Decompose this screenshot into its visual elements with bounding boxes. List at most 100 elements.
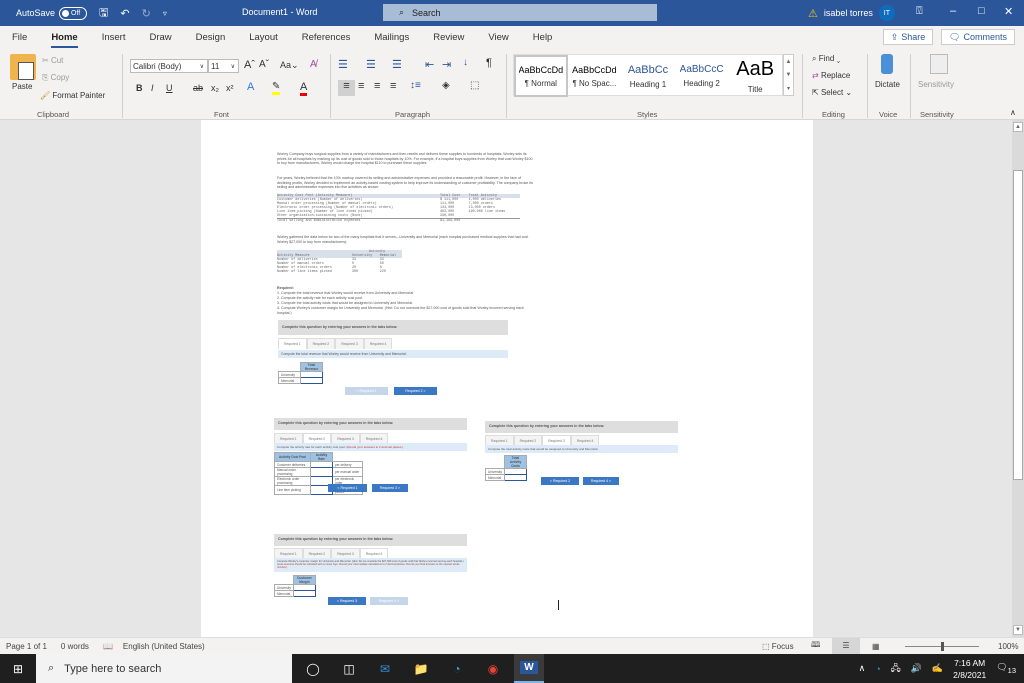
chevron-down-icon[interactable]: ▼ xyxy=(786,72,792,78)
windows-start-button[interactable]: ⊞ xyxy=(0,654,36,683)
web-layout-icon[interactable]: ▦ xyxy=(872,642,880,651)
autosave-toggle[interactable]: Off xyxy=(59,6,88,20)
sort-icon[interactable]: ↓ xyxy=(463,57,468,68)
panel-4-next-button[interactable]: Required 4 > xyxy=(370,597,408,605)
strikethrough-button[interactable]: ab xyxy=(193,83,203,93)
autosave-control[interactable]: AutoSave Off xyxy=(16,6,88,20)
tab-required-2[interactable]: Required 2 xyxy=(306,338,336,349)
scroll-down-button[interactable]: ▼ xyxy=(1013,625,1023,635)
dictate-button[interactable]: Dictate xyxy=(875,80,900,89)
superscript-button[interactable]: x² xyxy=(226,83,234,93)
mail-icon[interactable]: ✉ xyxy=(370,654,400,683)
subscript-button[interactable]: x₂ xyxy=(211,83,219,93)
microphone-icon[interactable] xyxy=(881,54,893,74)
zoom-slider[interactable] xyxy=(905,642,979,651)
margin-memorial-input[interactable] xyxy=(293,590,316,597)
align-center-icon[interactable]: ≡ xyxy=(358,80,364,92)
tab-design[interactable]: Design xyxy=(184,32,238,43)
tab-help[interactable]: Help xyxy=(521,32,565,43)
tab-mailings[interactable]: Mailings xyxy=(362,32,421,43)
shrink-font-icon[interactable]: Aˇ xyxy=(259,59,269,70)
tab-required-1[interactable]: Required 1 xyxy=(278,338,307,349)
bold-button[interactable]: B xyxy=(136,83,143,93)
highlight-color-icon[interactable]: ✎ xyxy=(272,81,281,95)
underline-button[interactable]: U xyxy=(166,83,173,93)
find-button[interactable]: ⌕ Find ⌄ xyxy=(812,54,840,64)
grow-font-icon[interactable]: Aˆ xyxy=(244,59,255,71)
show-hidden-icons[interactable]: ∧ xyxy=(859,663,866,674)
word-count[interactable]: 0 words xyxy=(61,642,89,651)
tab-review[interactable]: Review xyxy=(421,32,476,43)
decrease-indent-icon[interactable]: ⇤ xyxy=(425,58,434,71)
tab-view[interactable]: View xyxy=(476,32,520,43)
more-styles-icon[interactable]: ▾ xyxy=(787,85,790,92)
bullets-icon[interactable]: ☰ xyxy=(338,58,348,71)
tab-insert[interactable]: Insert xyxy=(90,32,138,43)
task-view-icon[interactable]: ◫ xyxy=(334,654,364,683)
save-icon[interactable]: 🖫 xyxy=(99,4,108,23)
maximize-button[interactable]: □ xyxy=(978,5,985,17)
ribbon-display-options-icon[interactable]: ⍔ xyxy=(916,5,923,18)
style-heading-1[interactable]: AaBbCc Heading 1 xyxy=(621,55,675,97)
proofing-icon[interactable]: 📖 xyxy=(103,642,113,651)
borders-icon[interactable]: ⬚ xyxy=(470,80,479,91)
comments-button[interactable]: 🗨 Comments xyxy=(941,29,1015,45)
zoom-slider-thumb[interactable] xyxy=(941,642,944,651)
word-taskbar-icon[interactable]: W xyxy=(514,654,544,683)
search-input[interactable]: ⌕ Search xyxy=(383,4,657,21)
panel-3-next-button[interactable]: Required 4 > xyxy=(583,477,619,485)
font-size-select[interactable]: 11 ∨ xyxy=(208,59,239,73)
customize-toolbar-icon[interactable]: ▿ xyxy=(163,9,167,18)
styles-gallery-scroll[interactable]: ▲ ▼ ▾ xyxy=(783,54,794,96)
align-right-icon[interactable]: ≡ xyxy=(374,80,380,92)
copy-button[interactable]: ⎘ Copy xyxy=(42,73,69,83)
file-explorer-icon[interactable]: 📁 xyxy=(406,654,436,683)
redo-icon[interactable]: ↻ xyxy=(142,7,151,20)
taskbar-search-input[interactable]: ⌕ Type here to search xyxy=(36,654,292,683)
tab-home[interactable]: Home xyxy=(39,32,89,48)
tab-required-4[interactable]: Required 4 xyxy=(363,338,393,349)
collapse-ribbon-icon[interactable]: ∧ xyxy=(1010,108,1016,117)
print-layout-icon[interactable]: ☰ xyxy=(832,638,860,654)
font-family-select[interactable]: Calibri (Body) ∨ xyxy=(130,59,208,73)
scroll-up-button[interactable]: ▲ xyxy=(1013,122,1023,132)
avatar[interactable]: IT xyxy=(878,5,895,21)
style-title[interactable]: AaB Title xyxy=(728,55,782,97)
minimize-button[interactable]: – xyxy=(950,5,956,17)
panel-2-next-button[interactable]: Required 3 > xyxy=(372,484,408,492)
notifications-icon[interactable]: 🗨13 xyxy=(996,662,1016,675)
select-button[interactable]: ⇱ Select ⌄ xyxy=(812,88,852,97)
shading-icon[interactable]: ◈ xyxy=(442,80,450,91)
numbering-icon[interactable]: ☰ xyxy=(366,58,376,71)
cortana-icon[interactable]: ◯ xyxy=(298,654,328,683)
volume-icon[interactable]: 🔊 xyxy=(911,663,922,674)
scroll-thumb[interactable] xyxy=(1013,170,1023,480)
justify-icon[interactable]: ≡ xyxy=(390,80,396,92)
align-left-icon[interactable]: ≡ xyxy=(338,80,355,96)
paste-button[interactable]: Paste xyxy=(12,82,32,91)
clock[interactable]: 7:16 AM 2/8/2021 xyxy=(953,657,986,681)
edge-tray-icon[interactable]: ◔ xyxy=(875,664,880,674)
revenue-memorial-input[interactable] xyxy=(300,377,323,384)
rate-manual-orders-input[interactable] xyxy=(310,467,333,477)
font-color-icon[interactable]: A xyxy=(300,81,308,96)
share-button[interactable]: ⇪ Share xyxy=(883,29,933,45)
show-formatting-icon[interactable]: ¶ xyxy=(486,57,492,69)
change-case-icon[interactable]: Aa⌄ xyxy=(280,60,299,71)
user-account[interactable]: ⚠ isabel torres IT xyxy=(808,5,895,21)
style-no-spacing[interactable]: AaBbCcDd ¶ No Spac... xyxy=(568,55,622,97)
network-icon[interactable]: 🖧 xyxy=(891,661,901,677)
tab-draw[interactable]: Draw xyxy=(137,32,183,43)
tab-layout[interactable]: Layout xyxy=(237,32,290,43)
multilevel-list-icon[interactable]: ☰ xyxy=(392,58,402,71)
zoom-level[interactable]: 100% xyxy=(998,642,1018,651)
panel-3-prev-button[interactable]: < Required 2 xyxy=(541,477,579,485)
line-spacing-icon[interactable]: ↕≡ xyxy=(410,80,421,91)
chevron-up-icon[interactable]: ▲ xyxy=(786,59,792,65)
italic-button[interactable]: I xyxy=(151,83,154,93)
focus-button[interactable]: ⬚ Focus xyxy=(762,642,794,651)
edge-icon[interactable]: ◔ xyxy=(442,654,472,683)
sensitivity-button[interactable]: Sensitivity xyxy=(918,80,954,89)
panel-2-prev-button[interactable]: < Required 1 xyxy=(328,484,367,492)
cut-button[interactable]: ✂ Cut xyxy=(42,56,63,65)
